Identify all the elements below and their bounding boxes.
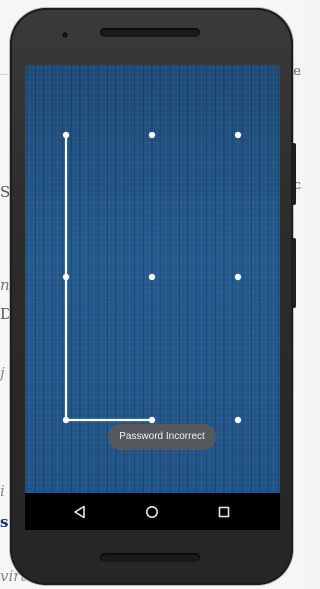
- back-button[interactable]: [69, 501, 91, 523]
- bottom-speaker: [100, 553, 200, 562]
- toast-message: Password Incorrect: [108, 424, 216, 450]
- editor-right-mark-1: e: [293, 64, 301, 79]
- phone-screen: Password Incorrect: [25, 65, 280, 530]
- home-button[interactable]: [141, 501, 163, 523]
- pattern-dot-9[interactable]: [234, 416, 242, 424]
- editor-line-2: n: [0, 276, 10, 294]
- top-speaker: [100, 28, 200, 37]
- recents-button[interactable]: [213, 501, 235, 523]
- front-camera: [62, 32, 68, 38]
- navigation-bar: [25, 493, 280, 530]
- editor-line-4: j: [0, 364, 5, 382]
- editor-line-5: i: [0, 482, 5, 500]
- home-icon: [146, 506, 158, 518]
- power-button[interactable]: [292, 143, 296, 205]
- recents-icon: [218, 506, 230, 518]
- pattern-path-line: [64, 133, 154, 422]
- pattern-dot-4[interactable]: [62, 273, 70, 281]
- app-stage: S n D j i s virt e c Password Incorrect: [0, 0, 302, 589]
- pattern-dot-6[interactable]: [234, 273, 242, 281]
- pattern-dot-1[interactable]: [62, 131, 70, 139]
- pattern-dot-7[interactable]: [62, 416, 70, 424]
- pattern-lock-screen[interactable]: Password Incorrect: [25, 65, 280, 493]
- pattern-dot-8[interactable]: [148, 416, 156, 424]
- editor-line-6: s: [0, 513, 9, 531]
- volume-button[interactable]: [292, 238, 296, 308]
- pattern-dot-2[interactable]: [148, 131, 156, 139]
- back-icon: [74, 505, 85, 519]
- pattern-dot-3[interactable]: [234, 131, 242, 139]
- pattern-dot-5[interactable]: [148, 273, 156, 281]
- editor-line-1: S: [0, 183, 11, 201]
- phone-device-frame: Password Incorrect: [10, 8, 296, 585]
